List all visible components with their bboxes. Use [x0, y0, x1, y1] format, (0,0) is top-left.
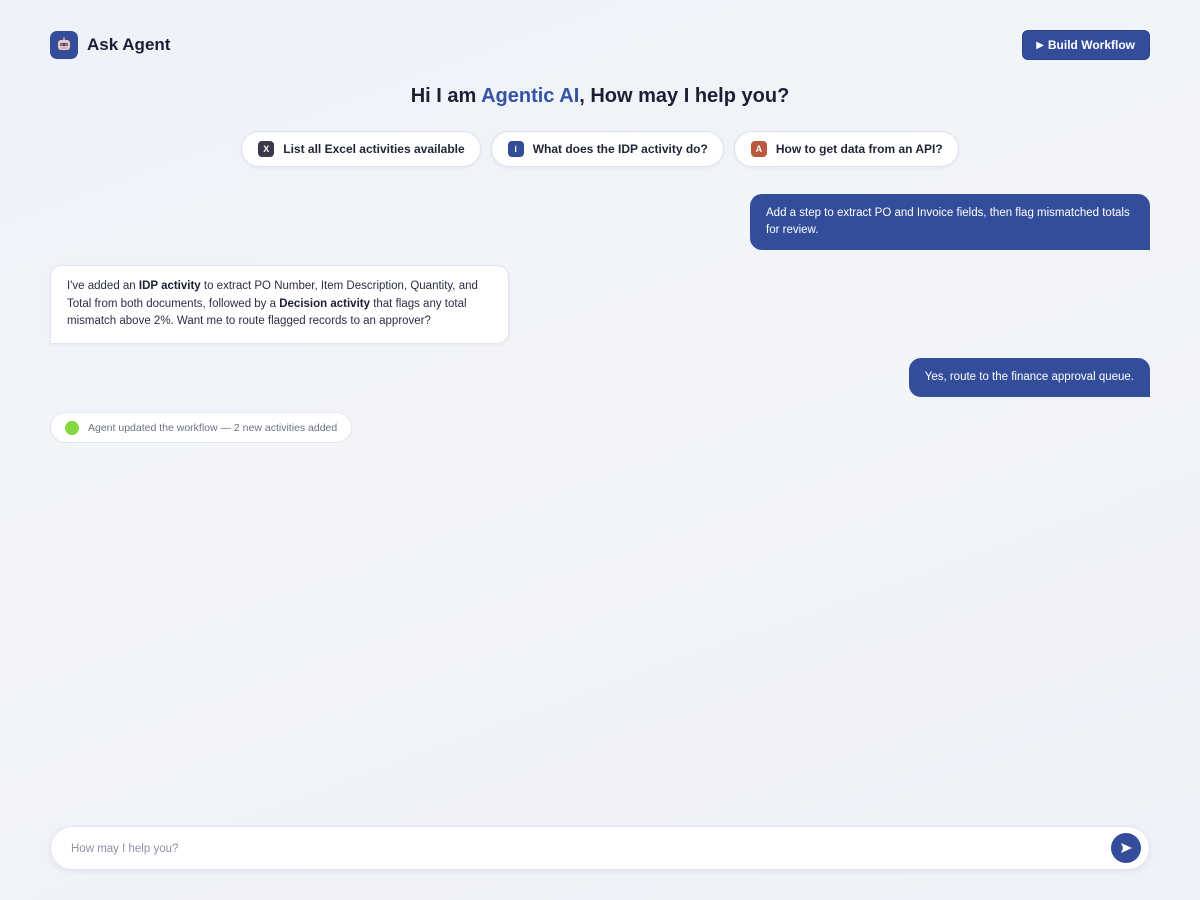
robot-icon: [50, 31, 78, 59]
user-message: Add a step to extract PO and Invoice fie…: [750, 194, 1150, 250]
agent-text: I've added an: [67, 280, 139, 292]
status-pill: Agent updated the workflow — 2 new activ…: [50, 412, 353, 443]
suggestion-label: What does the IDP activity do?: [532, 142, 708, 156]
user-message: Yes, route to the finance approval queue…: [908, 358, 1150, 397]
suggestion-label: How to get data from an API?: [775, 142, 943, 156]
greeting-prefix: Hi I am: [410, 85, 482, 107]
suggestion-chips: X List all Excel activities available i …: [0, 131, 1200, 167]
suggestion-idp-activity[interactable]: i What does the IDP activity do?: [490, 131, 724, 167]
status-text: Agent updated the workflow — 2 new activ…: [88, 421, 338, 434]
agent-message: I've added an IDP activity to extract PO…: [50, 265, 509, 344]
suggestion-api-data[interactable]: A How to get data from an API?: [733, 131, 959, 167]
info-icon: i: [507, 141, 524, 157]
agent-bold-idp: IDP activity: [138, 280, 201, 292]
build-workflow-button[interactable]: ▶ Build Workflow: [1022, 30, 1150, 60]
send-button[interactable]: [1111, 833, 1141, 863]
greeting-highlight: Agentic AI: [481, 85, 580, 107]
api-icon: A: [750, 141, 767, 157]
suggestion-label: List all Excel activities available: [283, 142, 465, 156]
chat-input-bar: [50, 826, 1150, 871]
app-title: Ask Agent: [87, 35, 171, 54]
build-workflow-label: Build Workflow: [1047, 38, 1135, 52]
app-header: Ask Agent: [50, 31, 170, 59]
greeting-suffix: , How may I help you?: [579, 85, 790, 107]
agent-bold-decision: Decision activity: [279, 297, 370, 310]
status-dot-icon: [65, 420, 79, 435]
excel-icon: X: [258, 141, 275, 157]
greeting-heading: Hi I am Agentic AI, How may I help you?: [0, 85, 1200, 108]
play-icon: ▶: [1036, 39, 1044, 51]
chat-input[interactable]: [69, 827, 1093, 871]
suggestion-excel-activities[interactable]: X List all Excel activities available: [241, 131, 481, 167]
send-icon: [1121, 843, 1132, 853]
